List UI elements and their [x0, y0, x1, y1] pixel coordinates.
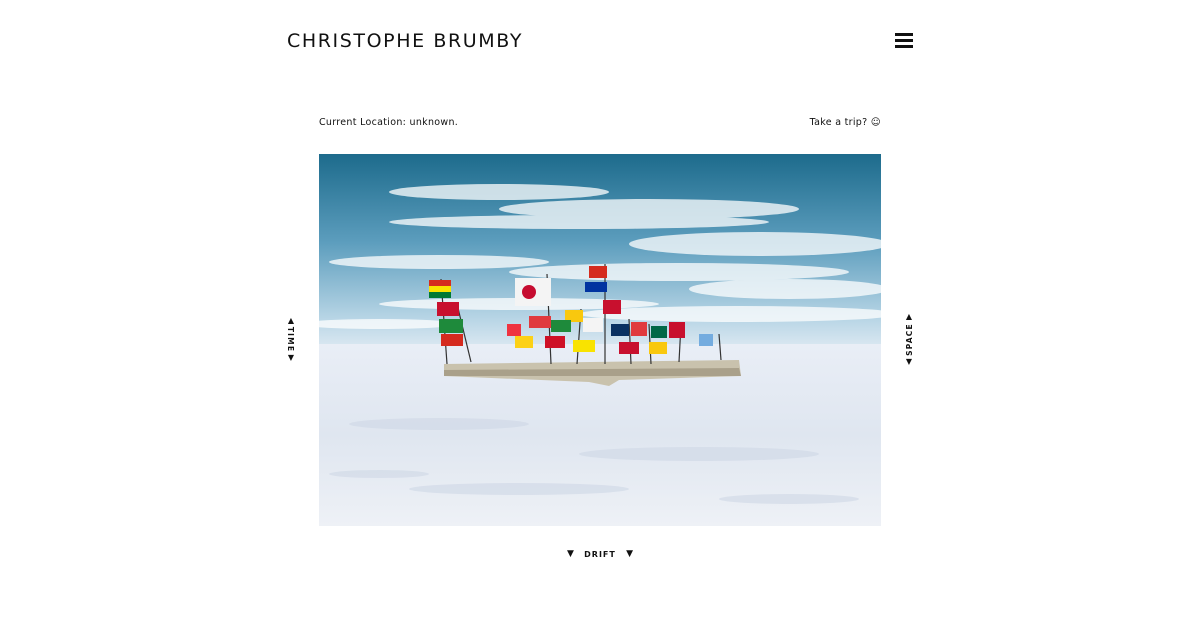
menu-bar-middle	[895, 39, 913, 42]
menu-bar-bottom	[895, 45, 913, 48]
current-location-text: Current Location: unknown.	[319, 117, 459, 128]
time-arrow-down-icon: ▼	[287, 352, 295, 362]
time-nav[interactable]: ▲ TIME ▼	[281, 306, 301, 372]
time-arrow-up-icon: ▲	[287, 315, 295, 325]
drift-arrow-left-icon: ▼	[567, 549, 574, 559]
menu-bar-top	[895, 33, 913, 36]
space-arrow-up-icon: ▲	[905, 311, 913, 321]
space-nav[interactable]: ▲ SPACE ▼	[899, 304, 919, 374]
site-title[interactable]: CHRISTOPHE BRUMBY	[287, 30, 523, 52]
drift-nav-label: DRIFT	[584, 549, 616, 559]
featured-photograph	[319, 154, 881, 526]
take-a-trip-link[interactable]: Take a trip? ☺	[810, 117, 881, 128]
hamburger-menu-icon[interactable]	[895, 33, 913, 49]
space-nav-label: SPACE	[904, 322, 914, 356]
drift-arrow-right-icon: ▼	[626, 549, 633, 559]
drift-nav[interactable]: ▼ DRIFT ▼	[567, 547, 633, 561]
time-nav-label: TIME	[286, 326, 296, 352]
space-arrow-down-icon: ▼	[905, 356, 913, 366]
